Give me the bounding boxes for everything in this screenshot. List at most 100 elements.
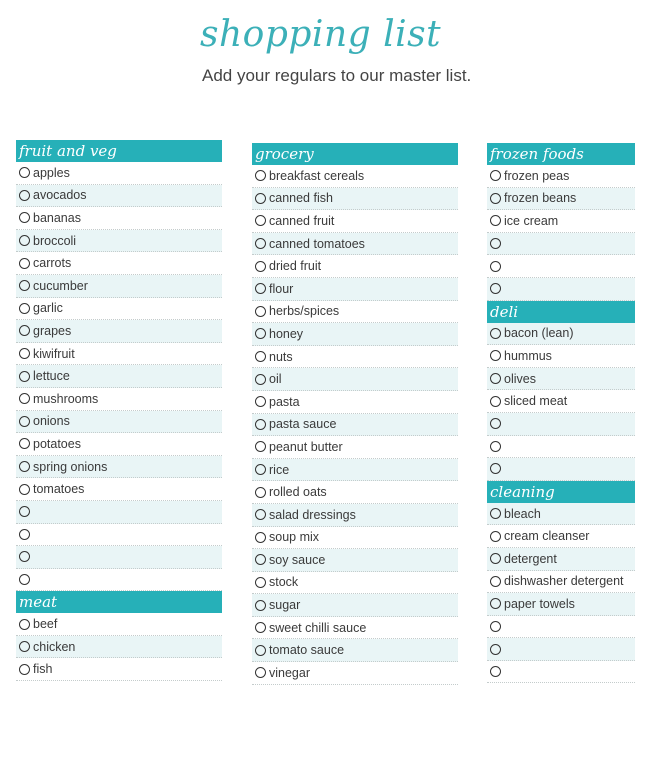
checkbox-circle-icon[interactable]	[255, 238, 266, 250]
checkbox-circle-icon[interactable]	[255, 464, 266, 476]
list-item[interactable]: hummus	[487, 345, 635, 368]
list-item[interactable]: cream cleanser	[487, 525, 635, 548]
list-item[interactable]: rolled oats	[252, 481, 458, 504]
list-item[interactable]: sugar	[252, 594, 458, 617]
list-item[interactable]	[16, 524, 222, 547]
checkbox-circle-icon[interactable]	[490, 418, 501, 430]
list-item[interactable]: soup mix	[252, 527, 458, 550]
checkbox-circle-icon[interactable]	[19, 393, 30, 405]
checkbox-circle-icon[interactable]	[255, 644, 266, 656]
list-item[interactable]: pasta sauce	[252, 413, 458, 437]
list-item[interactable]: potatoes	[16, 433, 222, 456]
list-item[interactable]: rice	[252, 458, 458, 482]
checkbox-circle-icon[interactable]	[19, 167, 30, 179]
list-item[interactable]: fish	[16, 658, 222, 682]
checkbox-circle-icon[interactable]	[255, 486, 266, 498]
list-item[interactable]: frozen peas	[487, 165, 635, 188]
list-item[interactable]: grapes	[16, 320, 222, 343]
checkbox-circle-icon[interactable]	[255, 667, 266, 679]
list-item[interactable]	[487, 436, 635, 459]
list-item[interactable]: ice cream	[487, 210, 635, 233]
list-item[interactable]: breakfast cereals	[252, 165, 458, 188]
checkbox-circle-icon[interactable]	[490, 553, 501, 565]
list-item[interactable]: broccoli	[16, 229, 222, 253]
checkbox-circle-icon[interactable]	[19, 212, 30, 224]
list-item[interactable]: kiwifruit	[16, 343, 222, 366]
list-item[interactable]: bananas	[16, 207, 222, 230]
checkbox-circle-icon[interactable]	[255, 192, 266, 204]
list-item[interactable]: dried fruit	[252, 255, 458, 278]
list-item[interactable]: flour	[252, 277, 458, 301]
checkbox-circle-icon[interactable]	[255, 260, 266, 272]
checkbox-circle-icon[interactable]	[490, 620, 501, 632]
checkbox-circle-icon[interactable]	[490, 192, 501, 204]
list-item[interactable]: spring onions	[16, 455, 222, 479]
list-item[interactable]	[487, 232, 635, 256]
checkbox-circle-icon[interactable]	[490, 508, 501, 520]
checkbox-circle-icon[interactable]	[490, 215, 501, 227]
checkbox-circle-icon[interactable]	[19, 189, 30, 201]
checkbox-circle-icon[interactable]	[255, 418, 266, 430]
list-item[interactable]: herbs/spices	[252, 301, 458, 324]
checkbox-circle-icon[interactable]	[490, 575, 501, 587]
checkbox-circle-icon[interactable]	[19, 551, 30, 563]
list-item[interactable]: lettuce	[16, 365, 222, 388]
list-item[interactable]: sliced meat	[487, 390, 635, 413]
checkbox-circle-icon[interactable]	[19, 438, 30, 450]
checkbox-circle-icon[interactable]	[255, 283, 266, 295]
checkbox-circle-icon[interactable]	[19, 483, 30, 495]
list-item[interactable]: cucumber	[16, 274, 222, 298]
checkbox-circle-icon[interactable]	[490, 395, 501, 407]
checkbox-circle-icon[interactable]	[255, 328, 266, 340]
list-item[interactable]	[487, 661, 635, 684]
list-item[interactable]: garlic	[16, 298, 222, 321]
checkbox-circle-icon[interactable]	[255, 576, 266, 588]
list-item[interactable]: mushrooms	[16, 388, 222, 411]
checkbox-circle-icon[interactable]	[255, 351, 266, 363]
checkbox-circle-icon[interactable]	[255, 554, 266, 566]
list-item[interactable]: chicken	[16, 635, 222, 659]
checkbox-circle-icon[interactable]	[490, 598, 501, 610]
checkbox-circle-icon[interactable]	[255, 170, 266, 182]
checkbox-circle-icon[interactable]	[490, 666, 501, 678]
checkbox-circle-icon[interactable]	[255, 215, 266, 227]
checkbox-circle-icon[interactable]	[19, 280, 30, 292]
list-item[interactable]: canned fruit	[252, 210, 458, 233]
checkbox-circle-icon[interactable]	[255, 441, 266, 453]
list-item[interactable]	[16, 546, 222, 569]
list-item[interactable]: apples	[16, 162, 222, 185]
checkbox-circle-icon[interactable]	[19, 302, 30, 314]
checkbox-circle-icon[interactable]	[490, 643, 501, 655]
list-item[interactable]: avocados	[16, 184, 222, 208]
list-item[interactable]: stock	[252, 572, 458, 595]
checkbox-circle-icon[interactable]	[255, 509, 266, 521]
checkbox-circle-icon[interactable]	[19, 348, 30, 360]
checkbox-circle-icon[interactable]	[255, 531, 266, 543]
list-item[interactable]: paper towels	[487, 593, 635, 616]
list-item[interactable]: pasta	[252, 391, 458, 414]
list-item[interactable]	[487, 255, 635, 278]
list-item[interactable]: peanut butter	[252, 436, 458, 459]
list-item[interactable]: oil	[252, 368, 458, 391]
checkbox-circle-icon[interactable]	[490, 283, 501, 295]
checkbox-circle-icon[interactable]	[19, 325, 30, 337]
list-item[interactable]: nuts	[252, 346, 458, 369]
list-item[interactable]: bacon (lean)	[487, 322, 635, 346]
list-item[interactable]: olives	[487, 367, 635, 391]
checkbox-circle-icon[interactable]	[19, 257, 30, 269]
checkbox-circle-icon[interactable]	[19, 506, 30, 518]
list-item[interactable]	[487, 458, 635, 481]
checkbox-circle-icon[interactable]	[490, 440, 501, 452]
list-item[interactable]: frozen beans	[487, 187, 635, 211]
list-item[interactable]: honey	[252, 323, 458, 346]
list-item[interactable]: dishwasher detergent	[487, 571, 635, 594]
checkbox-circle-icon[interactable]	[490, 350, 501, 362]
list-item[interactable]	[487, 616, 635, 639]
checkbox-circle-icon[interactable]	[490, 238, 501, 250]
checkbox-circle-icon[interactable]	[19, 461, 30, 473]
list-item[interactable]: carrots	[16, 252, 222, 275]
checkbox-circle-icon[interactable]	[490, 530, 501, 542]
checkbox-circle-icon[interactable]	[490, 260, 501, 272]
list-item[interactable]: sweet chilli sauce	[252, 617, 458, 640]
checkbox-circle-icon[interactable]	[255, 599, 266, 611]
